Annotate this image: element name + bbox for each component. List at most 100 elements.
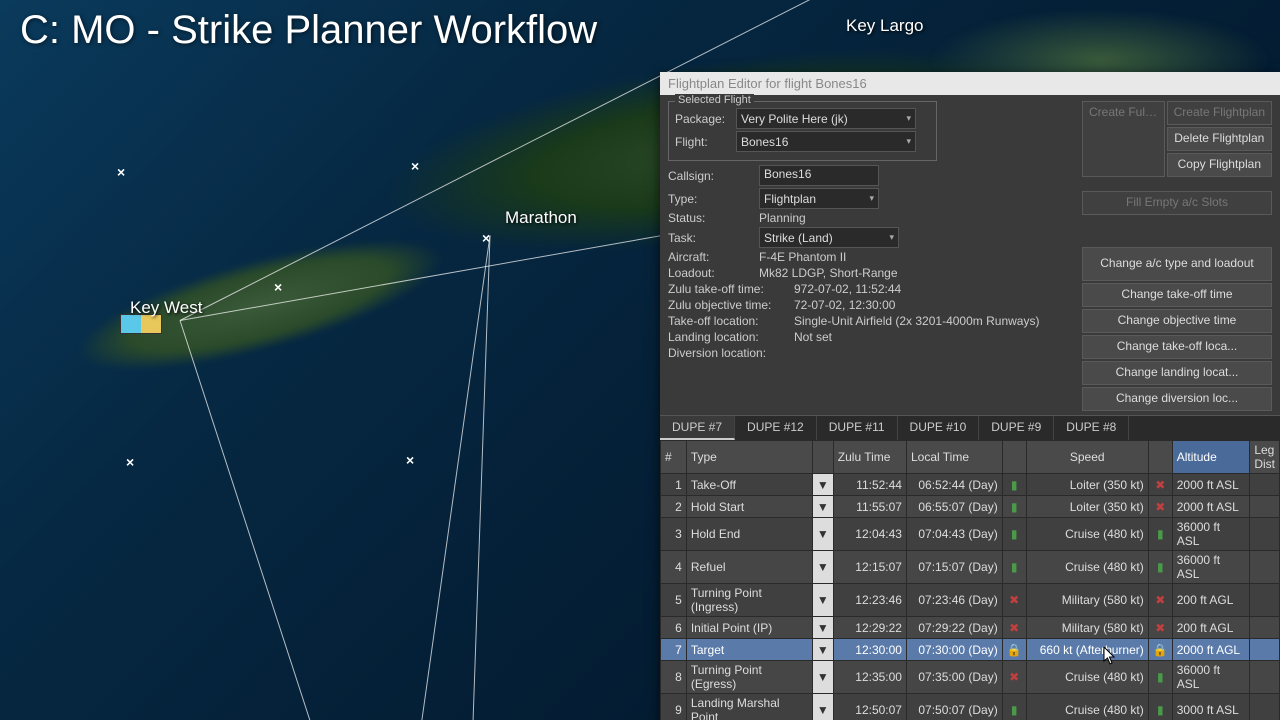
table-row[interactable]: 6Initial Point (IP)▼12:29:2207:29:22 (Da… [661, 617, 1280, 639]
cell-local: 07:30:00 (Day) [906, 639, 1002, 661]
status-label: Status: [668, 211, 753, 225]
type-dropdown-cell[interactable]: ▼ [812, 474, 833, 496]
change-diversion-loc-button[interactable]: Change diversion loc... [1082, 387, 1272, 411]
cell-altitude: 36000 ft ASL [1172, 518, 1250, 551]
type-dropdown[interactable]: Flightplan▾ [759, 188, 879, 209]
zulu-takeoff-value: 972-07-02, 11:52:44 [794, 282, 901, 296]
type-dropdown-cell[interactable]: ▼ [812, 518, 833, 551]
table-row[interactable]: 1Take-Off▼11:52:4406:52:44 (Day)▮Loiter … [661, 474, 1280, 496]
task-dropdown[interactable]: Strike (Land)▾ [759, 227, 899, 248]
cell-local: 07:50:07 (Day) [906, 694, 1002, 720]
aircraft-value: F-4E Phantom II [759, 250, 846, 264]
create-flightplan-button[interactable]: Create Flightplan [1167, 101, 1272, 125]
loadout-label: Loadout: [668, 266, 753, 280]
type-dropdown-cell[interactable]: ▼ [812, 617, 833, 639]
package-dropdown[interactable]: Very Polite Here (jk)▾ [736, 108, 916, 129]
col-zulu[interactable]: Zulu Time [833, 441, 906, 474]
col-type[interactable]: Type [686, 441, 812, 474]
col-num[interactable]: # [661, 441, 687, 474]
cell-type: Turning Point (Egress) [686, 661, 812, 694]
cell-speed: Cruise (480 kt) [1026, 694, 1148, 720]
chevron-down-icon: ▾ [906, 113, 911, 124]
tab-dupe[interactable]: DUPE #7 [660, 416, 735, 440]
time-status-icon: ▮ [1002, 496, 1026, 518]
tab-dupe[interactable]: DUPE #9 [979, 416, 1054, 440]
cell-zulu: 12:29:22 [833, 617, 906, 639]
speed-status-icon: ✖ [1148, 617, 1172, 639]
change-landing-loc-button[interactable]: Change landing locat... [1082, 361, 1272, 385]
cell-altitude: 3000 ft ASL [1172, 694, 1250, 720]
flight-dropdown[interactable]: Bones16▾ [736, 131, 916, 152]
table-row[interactable]: 2Hold Start▼11:55:0706:55:07 (Day)▮Loite… [661, 496, 1280, 518]
status-value: Planning [759, 211, 806, 225]
loadout-value: Mk82 LDGP, Short-Range [759, 266, 898, 280]
fill-empty-slots-button[interactable]: Fill Empty a/c Slots [1082, 191, 1272, 215]
time-status-icon: ▮ [1002, 474, 1026, 496]
tab-dupe[interactable]: DUPE #12 [735, 416, 817, 440]
waypoint-marker: × [482, 230, 490, 246]
cell-zulu: 12:04:43 [833, 518, 906, 551]
tab-dupe[interactable]: DUPE #10 [898, 416, 980, 440]
type-dropdown-cell[interactable]: ▼ [812, 694, 833, 720]
landing-loc-value: Not set [794, 330, 832, 344]
change-takeoff-loc-button[interactable]: Change take-off loca... [1082, 335, 1272, 359]
type-dropdown-cell[interactable]: ▼ [812, 661, 833, 694]
create-full-flightplan-button[interactable]: Create Full Flightplan [1082, 101, 1165, 177]
dupe-tabs: DUPE #7DUPE #12DUPE #11DUPE #10DUPE #9DU… [660, 415, 1280, 440]
map-label-key-largo: Key Largo [846, 16, 924, 36]
speed-status-icon: ▮ [1148, 694, 1172, 720]
cell-zulu: 12:35:00 [833, 661, 906, 694]
diversion-loc-label: Diversion location: [668, 346, 788, 360]
cell-local: 07:04:43 (Day) [906, 518, 1002, 551]
time-status-icon: ✖ [1002, 617, 1026, 639]
cell-zulu: 12:50:07 [833, 694, 906, 720]
table-row[interactable]: 5Turning Point (Ingress)▼12:23:4607:23:4… [661, 584, 1280, 617]
cell-type: Target [686, 639, 812, 661]
waypoint-table: # Type Zulu Time Local Time Speed Altitu… [660, 440, 1280, 720]
cell-altitude: 200 ft AGL [1172, 617, 1250, 639]
table-row[interactable]: 9Landing Marshal Point▼12:50:0707:50:07 … [661, 694, 1280, 720]
col-speed[interactable]: Speed [1026, 441, 1148, 474]
table-row[interactable]: 4Refuel▼12:15:0707:15:07 (Day)▮Cruise (4… [661, 551, 1280, 584]
delete-flightplan-button[interactable]: Delete Flightplan [1167, 127, 1272, 151]
speed-status-icon: ▮ [1148, 551, 1172, 584]
chevron-down-icon: ▾ [889, 232, 894, 243]
cell-altitude: 2000 ft ASL [1172, 474, 1250, 496]
selected-flight-fieldset: Selected Flight Package: Very Polite Her… [668, 101, 937, 161]
type-dropdown-cell[interactable]: ▼ [812, 584, 833, 617]
cell-local: 07:29:22 (Day) [906, 617, 1002, 639]
cell-speed: Loiter (350 kt) [1026, 496, 1148, 518]
takeoff-loc-value: Single-Unit Airfield (2x 3201-4000m Runw… [794, 314, 1039, 328]
cell-type: Hold End [686, 518, 812, 551]
video-title-overlay: C: MO - Strike Planner Workflow [20, 8, 597, 53]
type-label: Type: [668, 192, 753, 206]
col-leg-dist[interactable]: Leg Dist [1250, 441, 1280, 474]
table-row[interactable]: 3Hold End▼12:04:4307:04:43 (Day)▮Cruise … [661, 518, 1280, 551]
change-takeoff-time-button[interactable]: Change take-off time [1082, 283, 1272, 307]
copy-flightplan-button[interactable]: Copy Flightplan [1167, 153, 1272, 177]
waypoint-marker: × [126, 454, 134, 470]
map-label-marathon: Marathon [505, 208, 577, 228]
zulu-obj-label: Zulu objective time: [668, 298, 788, 312]
waypoint-marker: × [274, 279, 282, 295]
type-dropdown-cell[interactable]: ▼ [812, 639, 833, 661]
time-status-icon: ▮ [1002, 518, 1026, 551]
col-altitude[interactable]: Altitude [1172, 441, 1250, 474]
callsign-input[interactable]: Bones16 [759, 165, 879, 186]
cell-local: 07:15:07 (Day) [906, 551, 1002, 584]
tab-dupe[interactable]: DUPE #11 [817, 416, 898, 440]
time-status-icon: ▮ [1002, 551, 1026, 584]
change-aircraft-button[interactable]: Change a/c type and loadout [1082, 247, 1272, 281]
cell-local: 06:52:44 (Day) [906, 474, 1002, 496]
cell-speed: Military (580 kt) [1026, 584, 1148, 617]
zulu-takeoff-label: Zulu take-off time: [668, 282, 788, 296]
change-objective-time-button[interactable]: Change objective time [1082, 309, 1272, 333]
type-dropdown-cell[interactable]: ▼ [812, 496, 833, 518]
table-row[interactable]: 8Turning Point (Egress)▼12:35:0007:35:00… [661, 661, 1280, 694]
cell-altitude: 36000 ft ASL [1172, 661, 1250, 694]
cell-speed: Loiter (350 kt) [1026, 474, 1148, 496]
table-row[interactable]: 7Target▼12:30:0007:30:00 (Day)🔒660 kt (A… [661, 639, 1280, 661]
type-dropdown-cell[interactable]: ▼ [812, 551, 833, 584]
col-local[interactable]: Local Time [906, 441, 1002, 474]
tab-dupe[interactable]: DUPE #8 [1054, 416, 1129, 440]
